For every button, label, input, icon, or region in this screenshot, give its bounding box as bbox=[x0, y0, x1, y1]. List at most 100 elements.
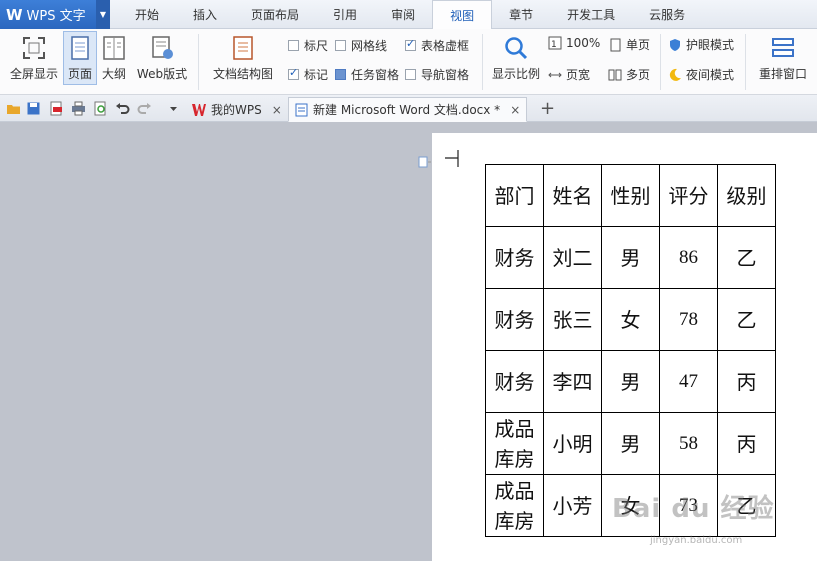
windows-icon bbox=[772, 38, 794, 57]
divider bbox=[745, 34, 746, 90]
tab-developer[interactable]: 开发工具 bbox=[550, 0, 632, 29]
magnifier-icon bbox=[505, 37, 528, 60]
table-header-cell[interactable]: 评分 bbox=[659, 164, 718, 227]
moon-icon bbox=[669, 68, 681, 81]
table-cell[interactable]: 小明 bbox=[543, 412, 602, 475]
table-cell[interactable]: 财务 bbox=[485, 226, 544, 289]
zoom-100-icon: 1 bbox=[548, 36, 562, 50]
table-row: 财务 张三 女 78 乙 bbox=[485, 288, 776, 351]
export-pdf-icon[interactable] bbox=[49, 101, 64, 116]
table-header-cell[interactable]: 姓名 bbox=[543, 164, 602, 227]
close-icon[interactable]: × bbox=[272, 103, 282, 117]
page-width-icon bbox=[548, 72, 562, 77]
table-cell[interactable]: 58 bbox=[659, 412, 718, 475]
print-preview-icon[interactable] bbox=[93, 101, 108, 116]
close-icon[interactable]: × bbox=[510, 103, 520, 117]
table-cell[interactable]: 乙 bbox=[717, 226, 776, 289]
text-cursor-icon bbox=[445, 150, 459, 167]
table-cell[interactable]: 小芳 bbox=[543, 474, 602, 537]
open-folder-icon[interactable] bbox=[6, 101, 21, 116]
tab-document[interactable]: 新建 Microsoft Word 文档.docx * × bbox=[288, 97, 528, 122]
tab-my-wps[interactable]: 我的WPS × bbox=[186, 97, 288, 122]
app-name: WPS 文字 bbox=[26, 9, 86, 24]
table-cell[interactable]: 男 bbox=[601, 350, 660, 413]
doc-map-button[interactable]: 文档结构图 bbox=[206, 29, 280, 93]
quick-access-toolbar: 我的WPS × 新建 Microsoft Word 文档.docx * × + bbox=[0, 95, 817, 122]
marks-checkbox[interactable]: 标记 bbox=[288, 66, 328, 83]
single-page-icon bbox=[610, 38, 621, 51]
menu-tabs: 开始 插入 页面布局 引用 审阅 视图 章节 开发工具 云服务 bbox=[118, 0, 702, 30]
table-cell[interactable]: 女 bbox=[601, 288, 660, 351]
page-icon bbox=[71, 36, 89, 60]
multi-page-icon bbox=[608, 69, 622, 80]
web-layout-button[interactable]: Web版式 bbox=[134, 29, 190, 93]
page-view-button[interactable]: 页面 bbox=[63, 31, 97, 85]
table-cell[interactable]: 成品 库房 bbox=[485, 474, 544, 537]
table-cell[interactable]: 78 bbox=[659, 288, 718, 351]
table-cell[interactable]: 丙 bbox=[717, 412, 776, 475]
redo-icon[interactable] bbox=[137, 101, 152, 116]
wps-logo-icon: W bbox=[6, 5, 23, 24]
chevron-down-icon[interactable] bbox=[166, 101, 181, 116]
tab-review[interactable]: 审阅 bbox=[374, 0, 432, 29]
ruler-checkbox[interactable]: 标尺 bbox=[288, 37, 328, 54]
fullscreen-button[interactable]: 全屏显示 bbox=[8, 29, 60, 93]
table-dashed-checkbox[interactable]: 表格虚框 bbox=[405, 37, 469, 54]
single-page-button[interactable]: 单页 bbox=[608, 36, 650, 53]
table-cell[interactable]: 李四 bbox=[543, 350, 602, 413]
watermark-logo: Bai du 经验 bbox=[612, 494, 775, 524]
divider bbox=[198, 34, 199, 90]
doc-map-icon bbox=[233, 36, 253, 60]
zoom-button[interactable]: 显示比例 bbox=[490, 29, 542, 93]
divider bbox=[482, 34, 483, 90]
print-icon[interactable] bbox=[71, 101, 86, 116]
outline-icon bbox=[103, 36, 125, 60]
undo-icon[interactable] bbox=[115, 101, 130, 116]
table-cell[interactable]: 男 bbox=[601, 412, 660, 475]
rearrange-window-button[interactable]: 重排窗口 bbox=[752, 29, 814, 93]
table-cell[interactable]: 86 bbox=[659, 226, 718, 289]
outline-view-button[interactable]: 大纲 bbox=[100, 29, 128, 93]
table-cell[interactable]: 财务 bbox=[485, 350, 544, 413]
save-icon[interactable] bbox=[26, 101, 41, 116]
tab-home[interactable]: 开始 bbox=[118, 0, 176, 29]
page-width-button[interactable]: 页宽 bbox=[548, 66, 590, 83]
table-cell[interactable]: 刘二 bbox=[543, 226, 602, 289]
gridlines-checkbox[interactable]: 网格线 bbox=[335, 37, 387, 54]
table-cell[interactable]: 财务 bbox=[485, 288, 544, 351]
night-mode-button[interactable]: 夜间模式 bbox=[668, 66, 734, 83]
table-cell[interactable]: 47 bbox=[659, 350, 718, 413]
table-cell[interactable]: 张三 bbox=[543, 288, 602, 351]
app-menu-button[interactable]: W WPS 文字 ▼ bbox=[0, 0, 110, 29]
tab-insert[interactable]: 插入 bbox=[176, 0, 234, 29]
table-cell[interactable]: 成品 库房 bbox=[485, 412, 544, 475]
table-cell[interactable]: 乙 bbox=[717, 288, 776, 351]
watermark-url: jingyan.baidu.com bbox=[650, 535, 743, 546]
eye-mode-button[interactable]: 护眼模式 bbox=[668, 36, 734, 53]
multi-page-button[interactable]: 多页 bbox=[608, 66, 650, 83]
menu-bar: W WPS 文字 ▼ 开始 插入 页面布局 引用 审阅 视图 章节 开发工具 云… bbox=[0, 0, 817, 30]
table-cell[interactable]: 男 bbox=[601, 226, 660, 289]
table-header-cell[interactable]: 部门 bbox=[485, 164, 544, 227]
table-cell[interactable]: 丙 bbox=[717, 350, 776, 413]
tab-chapter[interactable]: 章节 bbox=[492, 0, 550, 29]
new-tab-plus-icon[interactable]: + bbox=[540, 98, 555, 119]
paragraph-mark-icon bbox=[418, 156, 431, 168]
tab-cloud[interactable]: 云服务 bbox=[632, 0, 702, 29]
tab-view[interactable]: 视图 bbox=[432, 0, 493, 30]
table-row: 财务 李四 男 47 丙 bbox=[485, 350, 776, 413]
table-header-cell[interactable]: 级别 bbox=[717, 164, 776, 227]
nav-pane-checkbox[interactable]: 导航窗格 bbox=[405, 66, 469, 83]
table-header-cell[interactable]: 性别 bbox=[601, 164, 660, 227]
divider bbox=[660, 34, 661, 90]
data-table[interactable]: 部门 姓名 性别 评分 级别 财务 刘二 男 86 乙 财务 张三 女 78 乙… bbox=[485, 164, 776, 537]
tab-references[interactable]: 引用 bbox=[316, 0, 374, 29]
tab-page-layout[interactable]: 页面布局 bbox=[234, 0, 316, 29]
zoom-100-button[interactable]: 1 100% bbox=[548, 36, 600, 50]
ribbon: 全屏显示 页面 大纲 Web版式 文档结构图 标尺 网格线 表格虚框 标记 任务… bbox=[0, 29, 817, 95]
wps-logo-icon bbox=[192, 103, 206, 116]
fullscreen-icon bbox=[23, 37, 45, 59]
svg-text:1: 1 bbox=[551, 40, 557, 50]
task-pane-checkbox[interactable]: 任务窗格 bbox=[335, 66, 399, 83]
chevron-down-icon[interactable]: ▼ bbox=[96, 0, 110, 29]
